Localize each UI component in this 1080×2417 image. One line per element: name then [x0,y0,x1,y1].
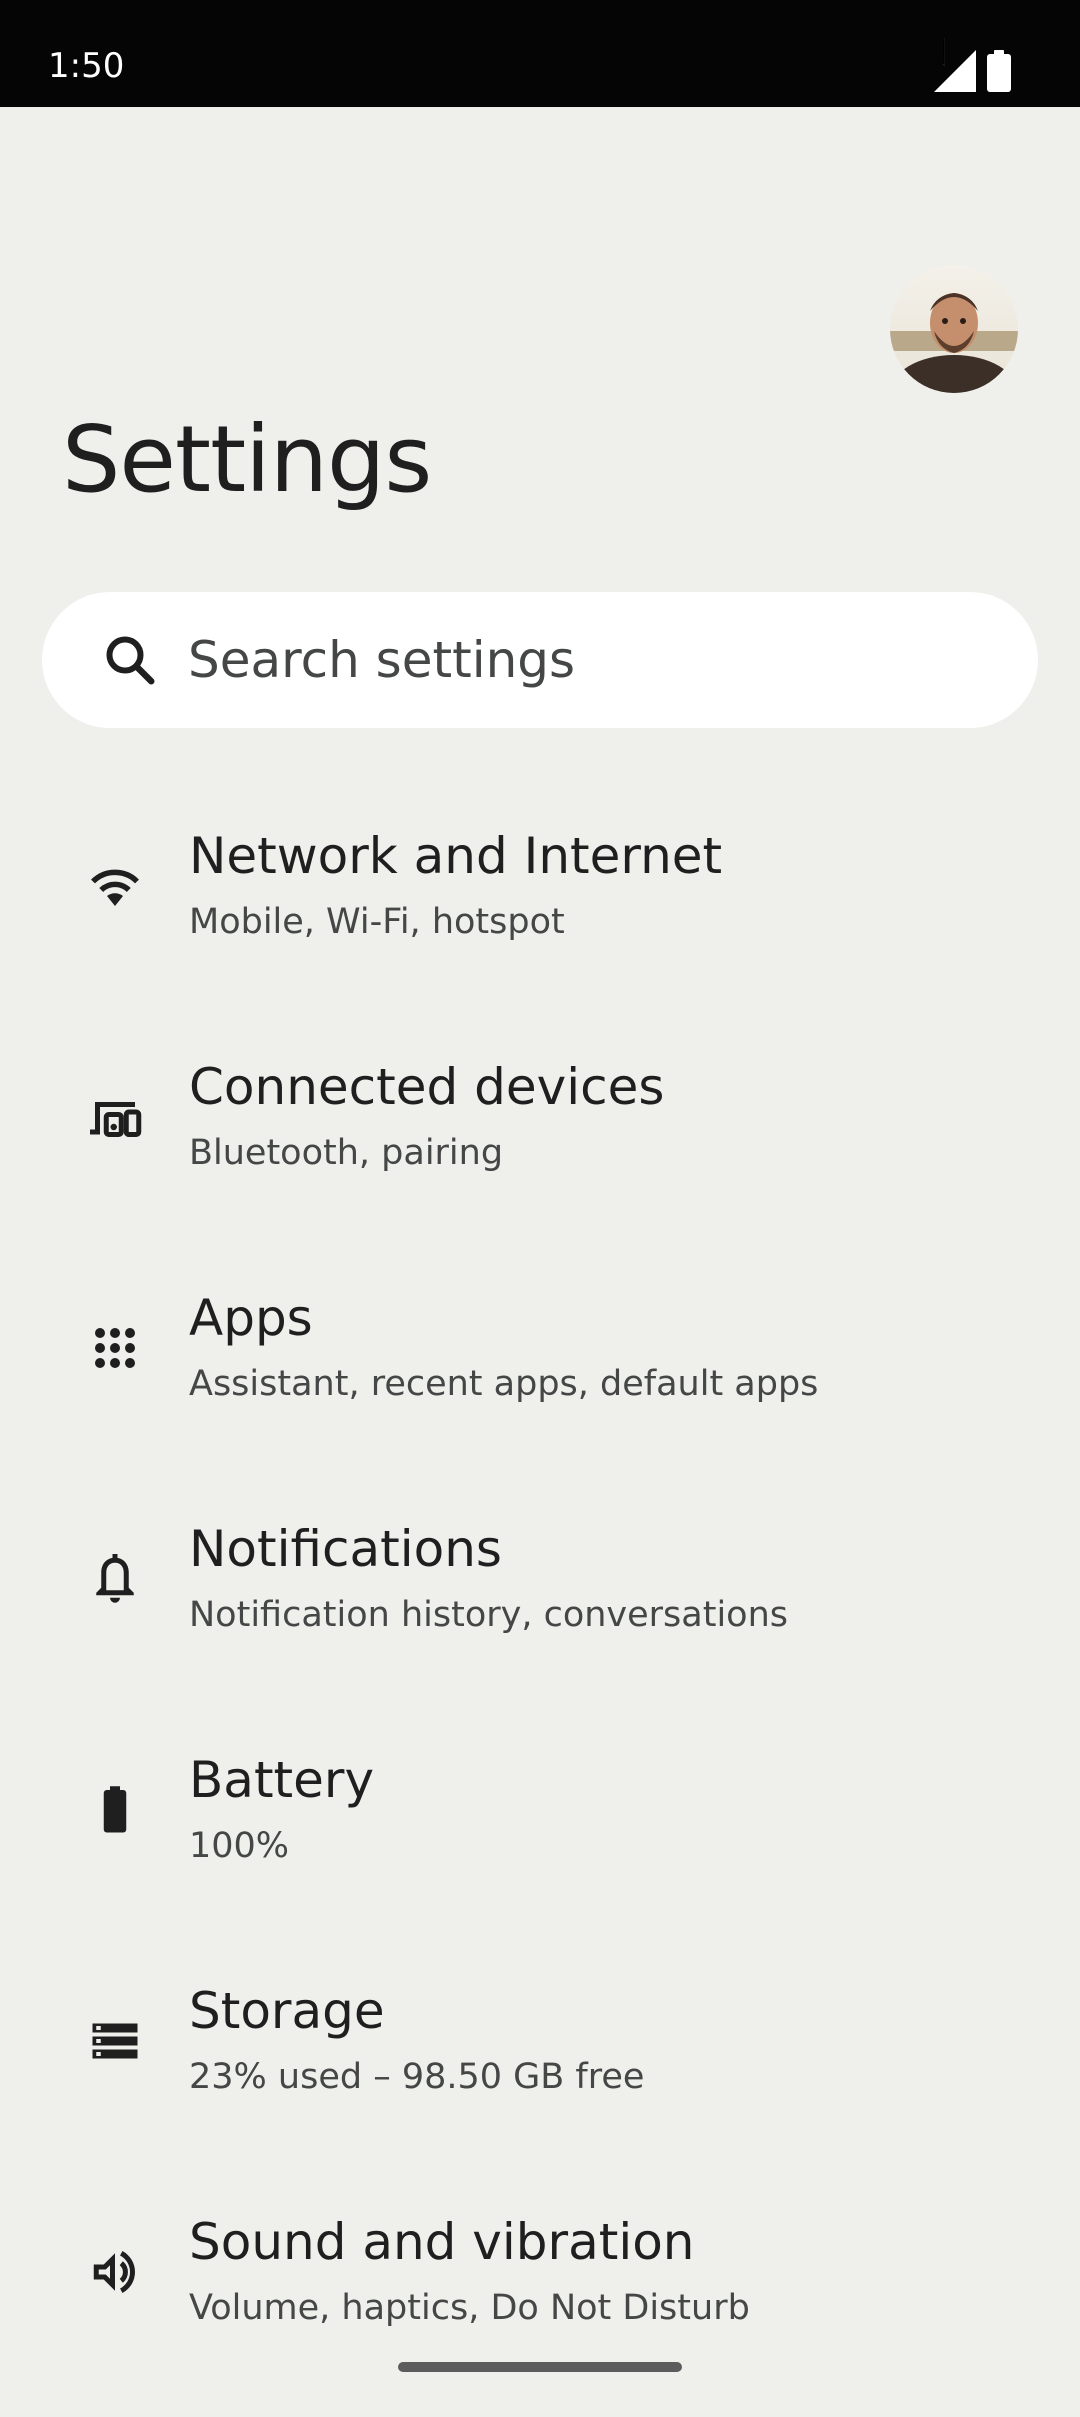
settings-item-title: Sound and vibration [189,2213,695,2271]
apps-grid-icon [85,1318,145,1378]
settings-item-title: Storage [189,1982,385,2040]
wifi-icon [85,856,145,916]
signal-icon [934,50,976,92]
settings-item-battery[interactable]: Battery 100% [0,1724,1080,1955]
settings-item-title: Network and Internet [189,827,723,885]
profile-photo [890,265,1018,393]
settings-item-title: Battery [189,1751,375,1809]
settings-item-storage[interactable]: Storage 23% used – 98.50 GB free [0,1955,1080,2186]
speaker-icon [85,2242,145,2302]
settings-item-connected-devices[interactable]: Connected devices Bluetooth, pairing [0,1031,1080,1262]
settings-item-subtitle: Volume, haptics, Do Not Disturb [189,2288,750,2328]
settings-item-sound[interactable]: Sound and vibration Volume, haptics, Do … [0,2186,1080,2417]
settings-item-subtitle: 23% used – 98.50 GB free [189,2057,645,2097]
settings-item-subtitle: 100% [189,1826,290,1866]
settings-item-subtitle: Bluetooth, pairing [189,1133,504,1173]
devices-icon [85,1087,145,1147]
search-input[interactable]: Search settings [42,592,1038,728]
search-placeholder: Search settings [188,631,576,689]
bell-icon [85,1549,145,1609]
avatar[interactable] [890,265,1018,393]
battery-status-icon [987,50,1011,92]
settings-item-apps[interactable]: Apps Assistant, recent apps, default app… [0,1262,1080,1493]
status-icons [880,30,1080,92]
status-time: 1:50 [48,46,125,86]
settings-item-subtitle: Mobile, Wi-Fi, hotspot [189,902,565,942]
storage-icon [85,2011,145,2071]
search-icon [106,636,155,685]
settings-item-title: Notifications [189,1520,502,1578]
status-bar: 1:50 [0,0,1080,107]
battery-icon [85,1780,145,1840]
settings-item-title: Connected devices [189,1058,665,1116]
settings-item-title: Apps [189,1289,313,1347]
settings-item-subtitle: Notification history, conversations [189,1595,789,1635]
settings-item-subtitle: Assistant, recent apps, default apps [189,1364,819,1404]
settings-item-network[interactable]: Network and Internet Mobile, Wi-Fi, hots… [0,800,1080,1031]
page-title: Settings [62,406,432,513]
settings-item-notifications[interactable]: Notifications Notification history, conv… [0,1493,1080,1724]
gesture-nav-handle[interactable] [398,2362,682,2372]
